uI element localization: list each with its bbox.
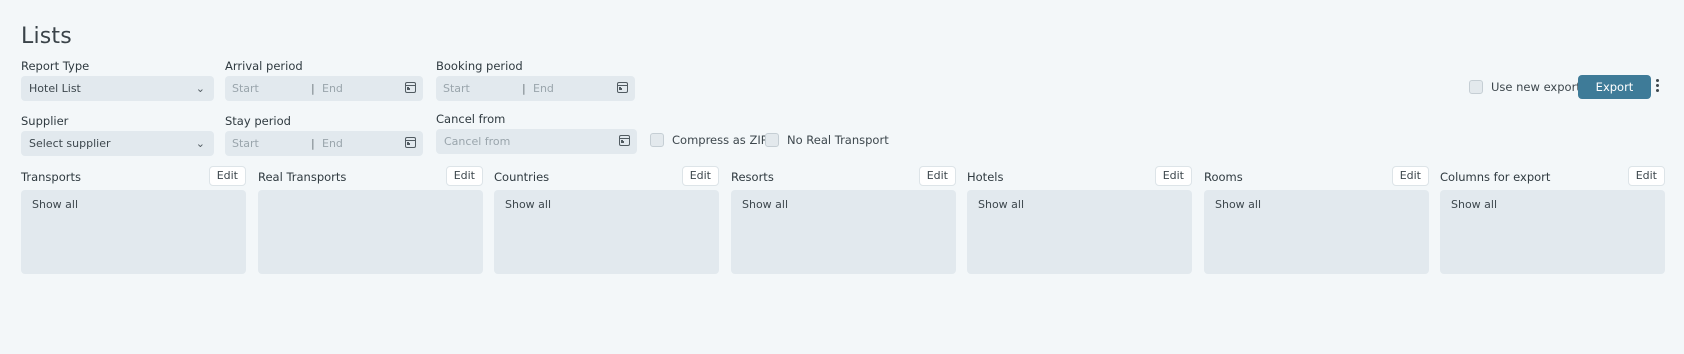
cancel-from-field: Cancel from Cancel from xyxy=(436,111,637,154)
list-label: Resorts xyxy=(731,170,774,184)
edit-button[interactable]: Edit xyxy=(1627,166,1665,186)
compress-zip-checkbox[interactable]: Compress as ZIP xyxy=(650,133,768,147)
supplier-label: Supplier xyxy=(21,114,69,128)
chevron-down-icon: ⌄ xyxy=(195,137,205,150)
list-box[interactable]: Show all xyxy=(494,190,719,274)
stay-end-input[interactable]: End xyxy=(322,131,343,156)
list-label: Hotels xyxy=(967,170,1004,184)
arrival-start-input[interactable]: Start xyxy=(232,76,259,101)
list-columns-for-export: Columns for export Edit Show all xyxy=(1440,166,1665,274)
arrival-period-field: Arrival period Start | End xyxy=(225,58,423,101)
list-rooms: Rooms Edit Show all xyxy=(1204,166,1429,274)
edit-button[interactable]: Edit xyxy=(208,166,246,186)
booking-end-input[interactable]: End xyxy=(533,76,554,101)
list-label: Real Transports xyxy=(258,170,347,184)
edit-button[interactable]: Edit xyxy=(1154,166,1192,186)
list-box[interactable]: Show all xyxy=(731,190,956,274)
checkbox-box[interactable] xyxy=(650,133,664,147)
report-type-value: Hotel List xyxy=(29,82,81,95)
range-separator: | xyxy=(522,82,526,95)
list-box[interactable]: Show all xyxy=(1204,190,1429,274)
range-separator: | xyxy=(311,82,315,95)
list-box[interactable]: Show all xyxy=(21,190,246,274)
list-box[interactable]: Show all xyxy=(1440,190,1665,274)
list-label: Transports xyxy=(21,170,81,184)
checkbox-box[interactable] xyxy=(1469,80,1483,94)
page-title: Lists xyxy=(21,24,72,49)
list-countries: Countries Edit Show all xyxy=(494,166,719,274)
cancel-from-label: Cancel from xyxy=(436,112,506,126)
list-label: Countries xyxy=(494,170,550,184)
stay-start-input[interactable]: Start xyxy=(232,131,259,156)
use-new-export-checkbox[interactable]: Use new export xyxy=(1469,80,1581,94)
calendar-icon[interactable] xyxy=(617,82,628,93)
chevron-down-icon: ⌄ xyxy=(195,82,205,95)
checkbox-box[interactable] xyxy=(765,133,779,147)
report-type-select[interactable]: Hotel List ⌄ xyxy=(21,76,214,101)
edit-button[interactable]: Edit xyxy=(445,166,483,186)
booking-period-range[interactable]: Start | End xyxy=(436,76,635,101)
stay-period-field: Stay period Start | End xyxy=(225,113,423,156)
supplier-value: Select supplier xyxy=(29,137,111,150)
no-real-transport-checkbox[interactable]: No Real Transport xyxy=(765,133,889,147)
list-label: Rooms xyxy=(1204,170,1243,184)
edit-button[interactable]: Edit xyxy=(681,166,719,186)
range-separator: | xyxy=(311,137,315,150)
supplier-select[interactable]: Select supplier ⌄ xyxy=(21,131,214,156)
use-new-export-label: Use new export xyxy=(1491,80,1581,94)
lists-page: Lists Report Type Hotel List ⌄ Arrival p… xyxy=(0,0,1684,354)
booking-period-label: Booking period xyxy=(436,59,523,73)
no-real-transport-label: No Real Transport xyxy=(787,133,889,147)
list-real-transports: Real Transports Edit xyxy=(258,166,483,274)
calendar-icon[interactable] xyxy=(405,137,416,148)
edit-button[interactable]: Edit xyxy=(918,166,956,186)
arrival-period-label: Arrival period xyxy=(225,59,303,73)
more-vertical-icon[interactable] xyxy=(1653,79,1661,95)
calendar-icon[interactable] xyxy=(405,82,416,93)
booking-start-input[interactable]: Start xyxy=(443,76,470,101)
export-button[interactable]: Export xyxy=(1578,75,1651,99)
cancel-from-placeholder: Cancel from xyxy=(444,135,511,148)
arrival-end-input[interactable]: End xyxy=(322,76,343,101)
supplier-field: Supplier Select supplier ⌄ xyxy=(21,113,214,156)
list-label: Columns for export xyxy=(1440,170,1551,184)
report-type-field: Report Type Hotel List ⌄ xyxy=(21,58,214,101)
compress-zip-label: Compress as ZIP xyxy=(672,133,768,147)
list-box[interactable] xyxy=(258,190,483,274)
cancel-from-input[interactable]: Cancel from xyxy=(436,129,637,154)
list-hotels: Hotels Edit Show all xyxy=(967,166,1192,274)
arrival-period-range[interactable]: Start | End xyxy=(225,76,423,101)
booking-period-field: Booking period Start | End xyxy=(436,58,635,101)
stay-period-label: Stay period xyxy=(225,114,291,128)
report-type-label: Report Type xyxy=(21,59,90,73)
list-resorts: Resorts Edit Show all xyxy=(731,166,956,274)
list-transports: Transports Edit Show all xyxy=(21,166,246,274)
edit-button[interactable]: Edit xyxy=(1391,166,1429,186)
stay-period-range[interactable]: Start | End xyxy=(225,131,423,156)
list-box[interactable]: Show all xyxy=(967,190,1192,274)
calendar-icon[interactable] xyxy=(619,135,630,146)
